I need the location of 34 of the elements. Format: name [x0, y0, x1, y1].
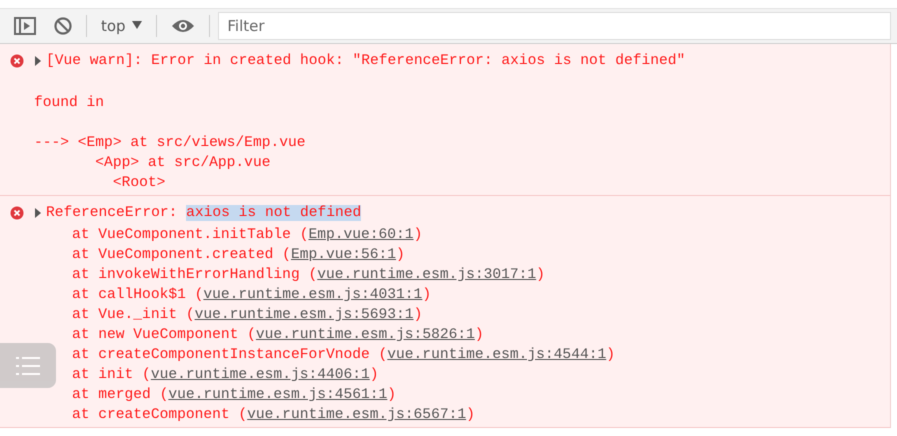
source-link[interactable]: vue.runtime.esm.js:4031:1 [203, 287, 422, 303]
stack-frame: at createComponent (vue.runtime.esm.js:6567:1) [72, 407, 475, 423]
source-link[interactable]: Emp.vue:60:1 [308, 227, 414, 243]
source-link[interactable]: Emp.vue:56:1 [290, 247, 396, 263]
stack-frame: at init (vue.runtime.esm.js:4406:1) [72, 367, 379, 383]
source-link[interactable]: vue.runtime.esm.js:4406:1 [150, 367, 370, 383]
source-link[interactable]: vue.runtime.esm.js:5826:1 [256, 327, 475, 343]
stack-frame: at VueComponent.initTable (Emp.vue:60:1) [72, 227, 422, 243]
message-line: <Root> [112, 175, 166, 191]
expand-caret-icon[interactable] [34, 56, 42, 66]
stack-frame: at merged (vue.runtime.esm.js:4561:1) [72, 387, 396, 403]
context-dropdown[interactable]: top [95, 15, 148, 37]
message-line: found in [34, 95, 104, 111]
message-line: ---> <Emp> at src/views/Emp.vue [34, 135, 306, 151]
error-icon [10, 54, 24, 68]
source-link[interactable]: vue.runtime.esm.js:4561:1 [168, 387, 388, 403]
stack-frame: at callHook$1 (vue.runtime.esm.js:4031:1) [72, 287, 432, 303]
source-link[interactable]: vue.runtime.esm.js:5693:1 [194, 307, 414, 323]
source-link[interactable]: vue.runtime.esm.js:6567:1 [247, 407, 466, 423]
error-icon [10, 206, 24, 220]
selected-text: axios is not defined [186, 205, 362, 221]
filter-field[interactable]: Filter [218, 12, 891, 40]
stack-frame: at invokeWithErrorHandling (vue.runtime.esm.js:3017:1) [72, 267, 545, 283]
stack-frame: at Vue._init (vue.runtime.esm.js:5693:1) [72, 307, 422, 323]
message-text: ReferenceError: axios is not defined [46, 204, 362, 223]
stack-frame: at VueComponent.created (Emp.vue:56:1) [72, 247, 405, 263]
dropdown-caret-icon [132, 21, 142, 29]
expand-caret-icon[interactable] [34, 208, 42, 218]
stack-frame: at createComponentInstanceForVnode (vue.runtime.esm.js:4544:1) [72, 347, 615, 363]
source-link[interactable]: vue.runtime.esm.js:4544:1 [387, 347, 606, 363]
message-line: <App> at src/App.vue [94, 155, 270, 171]
source-link[interactable]: vue.runtime.esm.js:3017:1 [317, 267, 536, 283]
message-text: [Vue warn]: Error in created hook: "ReferenceError: axios is not defined" [46, 52, 686, 71]
stack-frame: at new VueComponent (vue.runtime.esm.js:5826:1) [72, 327, 484, 343]
